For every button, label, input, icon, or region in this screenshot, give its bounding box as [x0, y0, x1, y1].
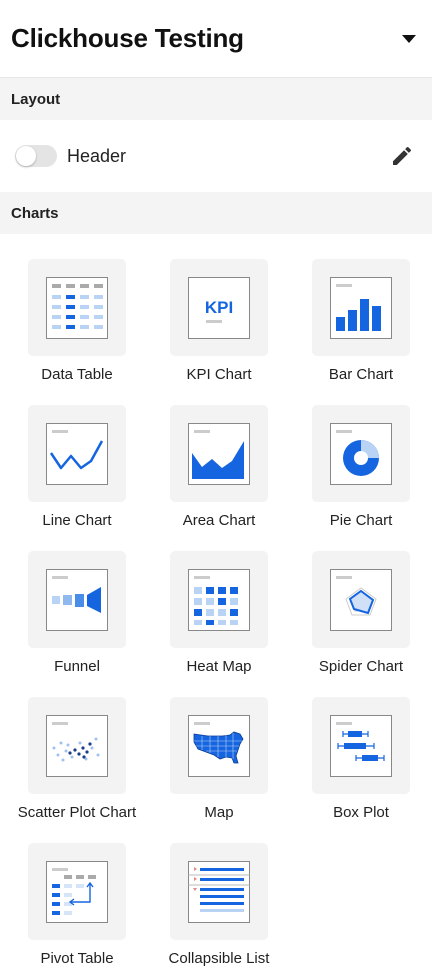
tile-label: Pie Chart	[329, 512, 393, 529]
chart-type-grid: Data Table KPI KPI Chart Bar Chart Line …	[0, 234, 432, 967]
tile-label: Map	[204, 804, 234, 821]
tile-label: Pivot Table	[40, 950, 114, 967]
pencil-icon[interactable]	[390, 144, 414, 168]
tile-funnel[interactable]: Funnel	[6, 551, 148, 675]
tile-area-chart[interactable]: Area Chart	[148, 405, 290, 529]
tile-label: Heat Map	[186, 658, 252, 675]
tile-box	[312, 551, 410, 648]
caret-down-icon[interactable]	[402, 34, 416, 43]
bar-chart-icon	[330, 276, 392, 339]
tile-map[interactable]: Map	[148, 697, 290, 821]
pivot-table-icon	[46, 860, 108, 923]
tile-label: Line Chart	[42, 512, 112, 529]
tile-box	[312, 405, 410, 502]
collapsible-list-icon	[188, 860, 250, 923]
tile-data-table[interactable]: Data Table	[6, 259, 148, 383]
tile-box	[170, 405, 268, 502]
toggle-knob	[16, 146, 36, 166]
heat-map-icon	[188, 568, 250, 631]
tile-box	[28, 259, 126, 356]
tile-box	[312, 697, 410, 794]
tile-box-plot[interactable]: Box Plot	[290, 697, 432, 821]
header-toggle[interactable]	[15, 145, 57, 167]
tile-box	[170, 697, 268, 794]
kpi-icon-text: KPI	[205, 298, 233, 317]
top-bar: Clickhouse Testing	[0, 0, 432, 78]
pie-chart-icon	[330, 422, 392, 485]
tile-box	[170, 843, 268, 940]
tile-label: KPI Chart	[186, 366, 252, 383]
line-chart-icon	[46, 422, 108, 485]
tile-heat-map[interactable]: Heat Map	[148, 551, 290, 675]
tile-label: Collapsible List	[168, 950, 270, 967]
kpi-chart-icon: KPI	[188, 276, 250, 339]
tile-scatter-plot-chart[interactable]: Scatter Plot Chart	[6, 697, 148, 821]
tile-label: Bar Chart	[328, 366, 394, 383]
area-chart-icon	[188, 422, 250, 485]
funnel-icon	[46, 568, 108, 631]
tile-label: Funnel	[54, 658, 100, 675]
tile-box	[170, 551, 268, 648]
header-toggle-label: Header	[67, 145, 127, 166]
tile-box	[28, 405, 126, 502]
map-icon	[188, 714, 250, 777]
tile-label: Scatter Plot Chart	[17, 804, 137, 821]
tile-bar-chart[interactable]: Bar Chart	[290, 259, 432, 383]
data-table-icon	[46, 276, 108, 339]
tile-pie-chart[interactable]: Pie Chart	[290, 405, 432, 529]
spider-chart-icon	[330, 568, 392, 631]
charts-section-header: Charts	[0, 192, 432, 234]
tile-label: Data Table	[41, 366, 113, 383]
tile-box	[312, 259, 410, 356]
layout-section-header: Layout	[0, 78, 432, 120]
tile-line-chart[interactable]: Line Chart	[6, 405, 148, 529]
box-plot-icon	[330, 714, 392, 777]
tile-box	[28, 551, 126, 648]
tile-kpi-chart[interactable]: KPI KPI Chart	[148, 259, 290, 383]
tile-box	[28, 843, 126, 940]
tile-label: Spider Chart	[318, 658, 404, 675]
tile-label: Area Chart	[182, 512, 256, 529]
tile-box: KPI	[170, 259, 268, 356]
tile-pivot-table[interactable]: Pivot Table	[6, 843, 148, 967]
dashboard-title: Clickhouse Testing	[11, 23, 244, 53]
tile-collapsible-list[interactable]: Collapsible List	[148, 843, 290, 967]
tile-spider-chart[interactable]: Spider Chart	[290, 551, 432, 675]
header-toggle-row: Header	[0, 120, 432, 192]
tile-label: Box Plot	[333, 804, 389, 821]
scatter-plot-icon	[46, 714, 108, 777]
tile-box	[28, 697, 126, 794]
